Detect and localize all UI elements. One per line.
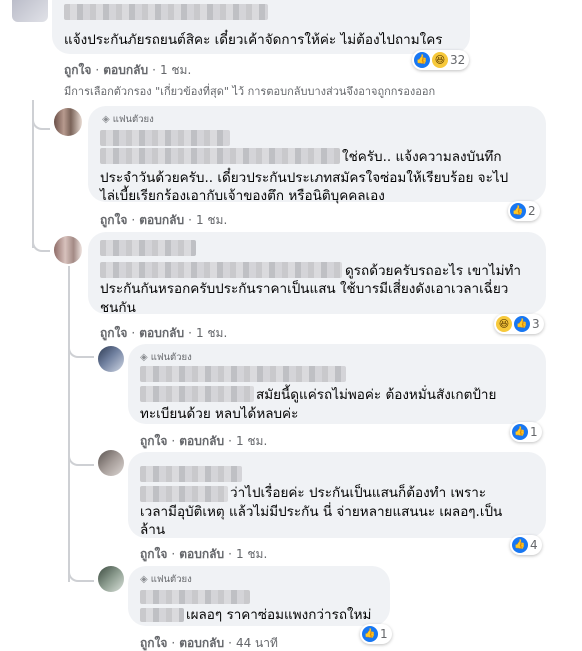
haha-reaction-icon: 😆 bbox=[432, 52, 448, 68]
timestamp[interactable]: 44 นาที bbox=[236, 636, 278, 650]
like-reaction-icon: 👍 bbox=[414, 52, 430, 68]
blurred-text bbox=[100, 148, 340, 164]
like-reaction-icon: 👍 bbox=[510, 203, 526, 219]
like-button[interactable]: ถูกใจ bbox=[140, 547, 167, 561]
comment-text-line: ประกันกันหรอกครับประกันราคาเป็นแสน ใช้บา… bbox=[100, 281, 509, 297]
comment-actions: ถูกใจ · ตอบกลับ · 44 นาที bbox=[140, 636, 278, 650]
blurred-author-name bbox=[140, 366, 346, 382]
avatar[interactable] bbox=[54, 108, 82, 136]
fan-badge: ◈ แฟนตัวยง bbox=[140, 574, 192, 585]
avatar[interactable] bbox=[12, 0, 48, 22]
comment-actions: ถูกใจ · ตอบกลับ · 1 ชม. bbox=[140, 434, 268, 448]
thread-line bbox=[68, 560, 94, 582]
blurred-text bbox=[140, 386, 254, 402]
comment-text-line: เผลอๆ ราคาซ่อมแพงกว่ารถใหม่ bbox=[186, 607, 372, 623]
diamond-badge-icon: ◈ bbox=[102, 114, 110, 125]
comment-text-line: ใช่ครับ.. แจ้งความลงบันทึก bbox=[342, 149, 502, 165]
like-reaction-icon: 👍 bbox=[512, 537, 528, 553]
comment-actions: ถูกใจ · ตอบกลับ · 1 ชม. bbox=[140, 547, 268, 561]
blurred-text bbox=[140, 608, 184, 622]
comment-actions: ถูกใจ · ตอบกลับ · 1 ชม. bbox=[64, 63, 192, 77]
filter-notice: มีการเลือกตัวกรอง "เกี่ยวข้องที่สุด" ไว้… bbox=[64, 85, 436, 98]
comment-text-line: ไล่เบี้ยเรียกร้องเอากับเจ้าของตึก หรือนิ… bbox=[100, 188, 385, 204]
blurred-author-name bbox=[100, 130, 230, 146]
like-reaction-icon: 👍 bbox=[514, 316, 530, 332]
reaction-count: 32 bbox=[450, 53, 466, 67]
reaction-count: 1 bbox=[530, 425, 538, 439]
reply-button[interactable]: ตอบกลับ bbox=[179, 434, 224, 448]
reaction-count: 4 bbox=[530, 538, 538, 552]
haha-reaction-icon: 😆 bbox=[496, 316, 512, 332]
thread-line bbox=[68, 266, 70, 582]
reply-button[interactable]: ตอบกลับ bbox=[179, 636, 224, 650]
reaction-summary[interactable]: 👍 4 bbox=[510, 535, 542, 555]
avatar[interactable] bbox=[98, 450, 124, 476]
comment-actions: ถูกใจ · ตอบกลับ · 1 ชม. bbox=[100, 213, 228, 227]
like-reaction-icon: 👍 bbox=[362, 626, 378, 642]
timestamp[interactable]: 1 ชม. bbox=[196, 213, 227, 227]
avatar[interactable] bbox=[54, 236, 82, 264]
timestamp[interactable]: 1 ชม. bbox=[236, 547, 267, 561]
thread-line bbox=[68, 446, 94, 466]
fan-badge: ◈ แฟนตัวยง bbox=[102, 114, 154, 125]
blurred-author-name bbox=[140, 466, 242, 482]
comment-text-line: ชนกัน bbox=[100, 300, 136, 316]
blurred-author-name bbox=[140, 590, 250, 604]
reaction-summary[interactable]: 👍 😆 32 bbox=[412, 50, 470, 70]
thread-line bbox=[32, 230, 50, 252]
comment-text-line: เวลามีอุบัติเหตุ แล้วไม่มีประกัน นี่ จ่า… bbox=[140, 504, 503, 520]
like-button[interactable]: ถูกใจ bbox=[100, 326, 127, 340]
like-button[interactable]: ถูกใจ bbox=[140, 636, 167, 650]
reply-button[interactable]: ตอบกลับ bbox=[179, 547, 224, 561]
timestamp[interactable]: 1 ชม. bbox=[196, 326, 227, 340]
timestamp[interactable]: 1 ชม. bbox=[160, 63, 191, 77]
like-button[interactable]: ถูกใจ bbox=[100, 213, 127, 227]
comment-text-line: ทะเบียนด้วย หลบได้หลบค่ะ bbox=[140, 406, 299, 422]
avatar[interactable] bbox=[98, 346, 124, 372]
timestamp[interactable]: 1 ชม. bbox=[236, 434, 267, 448]
like-button[interactable]: ถูกใจ bbox=[64, 63, 91, 77]
reply-button[interactable]: ตอบกลับ bbox=[139, 326, 184, 340]
blurred-text bbox=[140, 486, 228, 502]
like-button[interactable]: ถูกใจ bbox=[140, 434, 167, 448]
thread-line bbox=[32, 120, 34, 248]
comment-text-line: ล้าน bbox=[140, 522, 166, 538]
reaction-summary[interactable]: 👍 2 bbox=[508, 201, 540, 221]
thread-line bbox=[32, 100, 50, 130]
reply-button[interactable]: ตอบกลับ bbox=[103, 63, 148, 77]
reaction-count: 3 bbox=[532, 317, 540, 331]
comment-text: แจ้งประกันภัยรถยนต์สิคะ เดี๋ยวเค้าจัดการ… bbox=[64, 32, 443, 48]
thread-line bbox=[68, 340, 94, 358]
avatar[interactable] bbox=[98, 566, 124, 592]
comment-actions: ถูกใจ · ตอบกลับ · 1 ชม. bbox=[100, 326, 228, 340]
blurred-author-name bbox=[100, 240, 196, 256]
like-reaction-icon: 👍 bbox=[512, 424, 528, 440]
diamond-badge-icon: ◈ bbox=[140, 352, 148, 363]
fan-badge: ◈ แฟนตัวยง bbox=[140, 352, 192, 363]
reaction-summary[interactable]: 👍 1 bbox=[360, 624, 392, 644]
blurred-text bbox=[100, 262, 342, 278]
diamond-badge-icon: ◈ bbox=[140, 574, 148, 585]
reaction-count: 1 bbox=[380, 627, 388, 641]
blurred-author-name bbox=[64, 4, 268, 20]
reply-button[interactable]: ตอบกลับ bbox=[139, 213, 184, 227]
reaction-summary[interactable]: 👍 1 bbox=[510, 422, 542, 442]
reaction-count: 2 bbox=[528, 204, 536, 218]
reaction-summary[interactable]: 😆 👍 3 bbox=[494, 314, 544, 334]
